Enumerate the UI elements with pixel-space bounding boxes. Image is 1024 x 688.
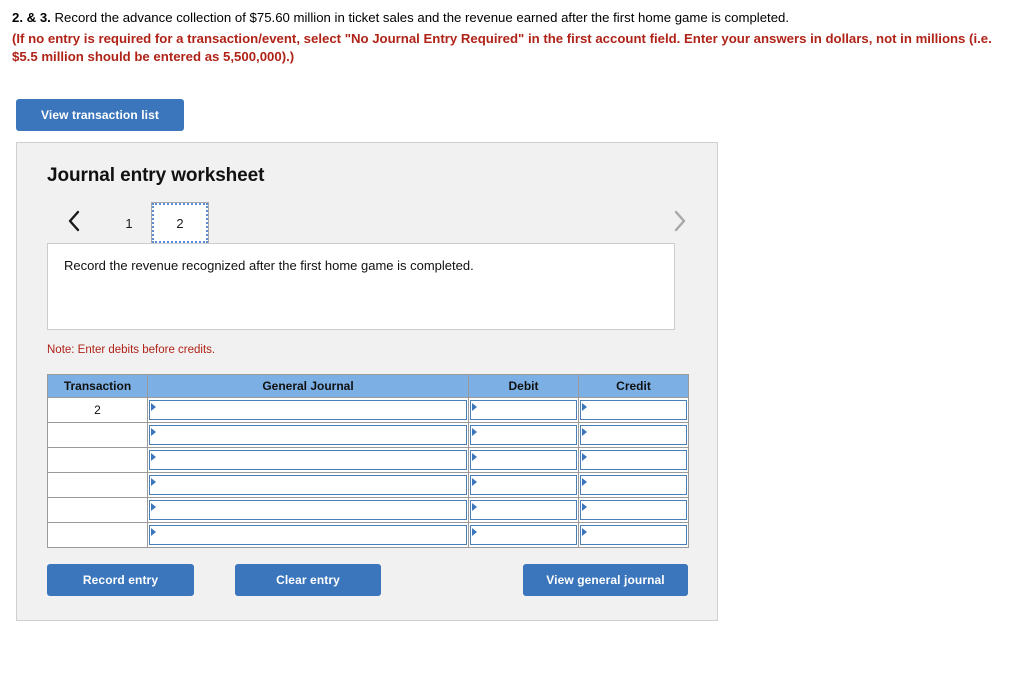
credit-field[interactable]: [580, 400, 687, 420]
debit-input[interactable]: [468, 522, 579, 548]
credit-input[interactable]: [578, 522, 689, 548]
table-header-row: Transaction General Journal Debit Credit: [47, 374, 689, 398]
credit-field[interactable]: [580, 500, 687, 520]
table-row: [47, 472, 689, 498]
view-transaction-list-button[interactable]: View transaction list: [16, 99, 184, 131]
debit-field[interactable]: [470, 500, 577, 520]
general-journal-account-select[interactable]: [147, 397, 469, 423]
debit-input[interactable]: [468, 397, 579, 423]
general-journal-account-select[interactable]: [147, 497, 469, 523]
credit-input[interactable]: [578, 497, 689, 523]
worksheet-tab-2[interactable]: 2: [151, 202, 209, 244]
credit-field[interactable]: [580, 525, 687, 545]
credit-field[interactable]: [580, 475, 687, 495]
transaction-description-text: Record the revenue recognized after the …: [64, 258, 474, 273]
credit-field[interactable]: [580, 450, 687, 470]
question-text: Record the advance collection of $75.60 …: [50, 10, 790, 25]
transaction-number-cell: [47, 472, 148, 498]
general-journal-account-select[interactable]: [147, 522, 469, 548]
debit-input[interactable]: [468, 472, 579, 498]
journal-entry-table: Transaction General Journal Debit Credit…: [47, 374, 689, 548]
debit-input[interactable]: [468, 447, 579, 473]
debit-field[interactable]: [470, 475, 577, 495]
worksheet-tab-1[interactable]: 1: [107, 202, 151, 244]
general-journal-field[interactable]: [149, 450, 467, 470]
view-general-journal-button[interactable]: View general journal: [523, 564, 688, 596]
debit-field[interactable]: [470, 450, 577, 470]
debits-before-credits-note: Note: Enter debits before credits.: [47, 344, 216, 356]
credit-input[interactable]: [578, 422, 689, 448]
general-journal-field[interactable]: [149, 475, 467, 495]
debit-field[interactable]: [470, 425, 577, 445]
general-journal-field[interactable]: [149, 425, 467, 445]
question-prompt: 2. & 3. Record the advance collection of…: [12, 9, 1012, 67]
transaction-number-cell: [47, 422, 148, 448]
transaction-number-cell: 2: [47, 397, 148, 423]
transaction-description-box: Record the revenue recognized after the …: [47, 243, 675, 330]
question-number: 2. & 3.: [12, 10, 51, 25]
credit-field[interactable]: [580, 425, 687, 445]
worksheet-tab-2-label: 2: [176, 215, 184, 231]
journal-entry-worksheet-panel: Journal entry worksheet 1 2 Record the r…: [16, 142, 718, 621]
general-journal-account-select[interactable]: [147, 447, 469, 473]
table-row: [47, 422, 689, 448]
debit-input[interactable]: [468, 497, 579, 523]
credit-input[interactable]: [578, 472, 689, 498]
page-title: Journal entry worksheet: [47, 165, 265, 186]
general-journal-account-select[interactable]: [147, 422, 469, 448]
general-journal-field[interactable]: [149, 500, 467, 520]
chevron-right-icon[interactable]: [666, 206, 692, 236]
question-instruction-note: (If no entry is required for a transacti…: [12, 30, 992, 65]
table-row: [47, 522, 689, 548]
column-header-debit: Debit: [468, 374, 579, 398]
transaction-number-cell: [47, 497, 148, 523]
column-header-general-journal: General Journal: [147, 374, 469, 398]
table-row: [47, 497, 689, 523]
debit-field[interactable]: [470, 525, 577, 545]
credit-input[interactable]: [578, 397, 689, 423]
general-journal-account-select[interactable]: [147, 472, 469, 498]
debit-input[interactable]: [468, 422, 579, 448]
general-journal-field[interactable]: [149, 525, 467, 545]
transaction-number-cell: [47, 522, 148, 548]
credit-input[interactable]: [578, 447, 689, 473]
worksheet-tab-1-label: 1: [125, 215, 133, 231]
column-header-credit: Credit: [578, 374, 689, 398]
column-header-transaction: Transaction: [47, 374, 148, 398]
worksheet-pager: 1 2: [47, 202, 692, 244]
record-entry-button[interactable]: Record entry: [47, 564, 194, 596]
general-journal-field[interactable]: [149, 400, 467, 420]
table-row: [47, 447, 689, 473]
transaction-number-cell: [47, 447, 148, 473]
chevron-left-icon[interactable]: [61, 206, 87, 236]
table-row: 2: [47, 397, 689, 423]
debit-field[interactable]: [470, 400, 577, 420]
clear-entry-button[interactable]: Clear entry: [235, 564, 381, 596]
